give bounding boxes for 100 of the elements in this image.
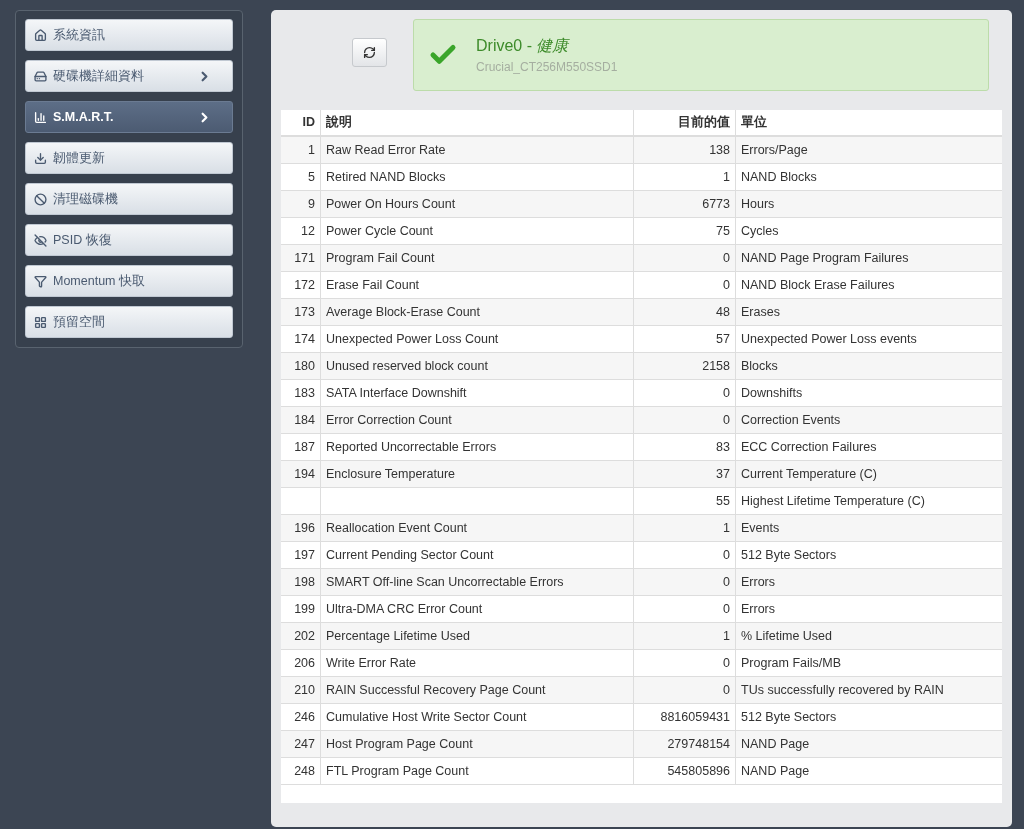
table-cell: NAND Page Program Failures — [735, 245, 1002, 271]
table-cell: 75 — [633, 218, 735, 244]
table-cell: TUs successfully recovered by RAIN — [735, 677, 1002, 703]
download-icon — [34, 151, 47, 165]
table-cell: 57 — [633, 326, 735, 352]
table-cell: FTL Program Page Count — [320, 758, 633, 784]
table-cell: 0 — [633, 407, 735, 433]
ban-icon — [34, 192, 47, 206]
refresh-button[interactable] — [352, 38, 387, 67]
table-cell-text: 171 — [293, 249, 316, 267]
table-cell: Program Fail Count — [320, 245, 633, 271]
table-cell: % Lifetime Used — [735, 623, 1002, 649]
table-cell: 0 — [633, 596, 735, 622]
sidebar-item[interactable]: S.M.A.R.T. — [25, 101, 233, 133]
table-cell: 55 — [633, 488, 735, 514]
filter-icon — [34, 274, 47, 288]
table-cell: 0 — [633, 380, 735, 406]
table-cell: 279748154 — [633, 731, 735, 757]
table-cell: 0 — [633, 542, 735, 568]
drive-model: Crucial_CT256M550SSD1 — [476, 59, 618, 76]
table-cell-text: 248 — [293, 762, 316, 780]
table-cell: 512 Byte Sectors — [735, 542, 1002, 568]
column-header: 說明 — [320, 110, 633, 135]
table-cell: Percentage Lifetime Used — [320, 623, 633, 649]
table-cell: Host Program Page Count — [320, 731, 633, 757]
table-cell: 138 — [633, 137, 735, 163]
table-cell: Hours — [735, 191, 1002, 217]
table-cell-text: 12 — [300, 222, 316, 240]
table-cell-text: 5 — [307, 168, 316, 186]
refresh-icon — [363, 46, 376, 59]
table-cell: Erases — [735, 299, 1002, 325]
sidebar-item[interactable]: Momentum 快取 — [25, 265, 233, 297]
sidebar-item[interactable]: 韌體更新 — [25, 142, 233, 174]
table-cell-text: 180 — [293, 357, 316, 375]
sidebar-item[interactable]: 清理磁碟機 — [25, 183, 233, 215]
table-cell: 1 — [633, 515, 735, 541]
table-cell: 545805896 — [633, 758, 735, 784]
table-cell: ECC Correction Failures — [735, 434, 1002, 460]
table-cell-text: 173 — [293, 303, 316, 321]
table-cell: Enclosure Temperature — [320, 461, 633, 487]
table-cell-text: 247 — [293, 735, 316, 753]
table-cell: Current Temperature (C) — [735, 461, 1002, 487]
table-cell-text: 206 — [293, 654, 316, 672]
sidebar-item[interactable]: PSID 恢復 — [25, 224, 233, 256]
table-cell: Events — [735, 515, 1002, 541]
column-header: 單位 — [735, 110, 1002, 135]
table-cell-text: 184 — [293, 411, 316, 429]
table-cell: Power Cycle Count — [320, 218, 633, 244]
table-cell: Unexpected Power Loss events — [735, 326, 1002, 352]
table-cell: Program Fails/MB — [735, 650, 1002, 676]
table-cell-text: 174 — [293, 330, 316, 348]
table-cell: Errors/Page — [735, 137, 1002, 163]
sidebar-item[interactable]: 系統資訊 — [25, 19, 233, 51]
table-cell: 48 — [633, 299, 735, 325]
table-cell-text: 199 — [293, 600, 316, 618]
table-cell: Unexpected Power Loss Count — [320, 326, 633, 352]
drive-title: Drive0 - 健康 — [476, 36, 571, 56]
table-cell: Current Pending Sector Count — [320, 542, 633, 568]
table-cell: Errors — [735, 596, 1002, 622]
table-cell: Power On Hours Count — [320, 191, 633, 217]
table-cell: 6773 — [633, 191, 735, 217]
table-cell-text: 210 — [293, 681, 316, 699]
table-cell: Ultra-DMA CRC Error Count — [320, 596, 633, 622]
table-cell: SMART Off-line Scan Uncorrectable Errors — [320, 569, 633, 595]
table-cell: 0 — [633, 245, 735, 271]
table-cell: 37 — [633, 461, 735, 487]
table-cell: Unused reserved block count — [320, 353, 633, 379]
table-cell: Downshifts — [735, 380, 1002, 406]
table-cell: Erase Fail Count — [320, 272, 633, 298]
table-cell-text: 183 — [293, 384, 316, 402]
table-cell: RAIN Successful Recovery Page Count — [320, 677, 633, 703]
table-cell-text: 1 — [307, 141, 316, 159]
table-cell-text: 194 — [293, 465, 316, 483]
sidebar-item[interactable]: 預留空間 — [25, 306, 233, 338]
table-cell: 512 Byte Sectors — [735, 704, 1002, 730]
table-cell: 83 — [633, 434, 735, 460]
table-cell: 0 — [633, 677, 735, 703]
table-cell-text: 172 — [293, 276, 316, 294]
table-cell: Blocks — [735, 353, 1002, 379]
table-cell: NAND Blocks — [735, 164, 1002, 190]
table-cell-text: 202 — [293, 627, 316, 645]
table-cell: Retired NAND Blocks — [320, 164, 633, 190]
table-cell: Error Correction Count — [320, 407, 633, 433]
table-cell: Cycles — [735, 218, 1002, 244]
table-cell: 8816059431 — [633, 704, 735, 730]
grid-icon — [34, 315, 47, 329]
column-header: ID — [301, 114, 316, 132]
table-cell: 0 — [633, 569, 735, 595]
table-cell: NAND Block Erase Failures — [735, 272, 1002, 298]
sidebar-item[interactable]: 硬碟機詳細資料 — [25, 60, 233, 92]
table-cell: Reported Uncorrectable Errors — [320, 434, 633, 460]
table-cell: Errors — [735, 569, 1002, 595]
table-cell: SATA Interface Downshift — [320, 380, 633, 406]
drive-icon — [34, 69, 47, 83]
table-cell: 0 — [633, 650, 735, 676]
table-cell-text: 196 — [293, 519, 316, 537]
table-cell: Reallocation Event Count — [320, 515, 633, 541]
table-cell: NAND Page — [735, 758, 1002, 784]
table-cell: NAND Page — [735, 731, 1002, 757]
table-cell: Correction Events — [735, 407, 1002, 433]
